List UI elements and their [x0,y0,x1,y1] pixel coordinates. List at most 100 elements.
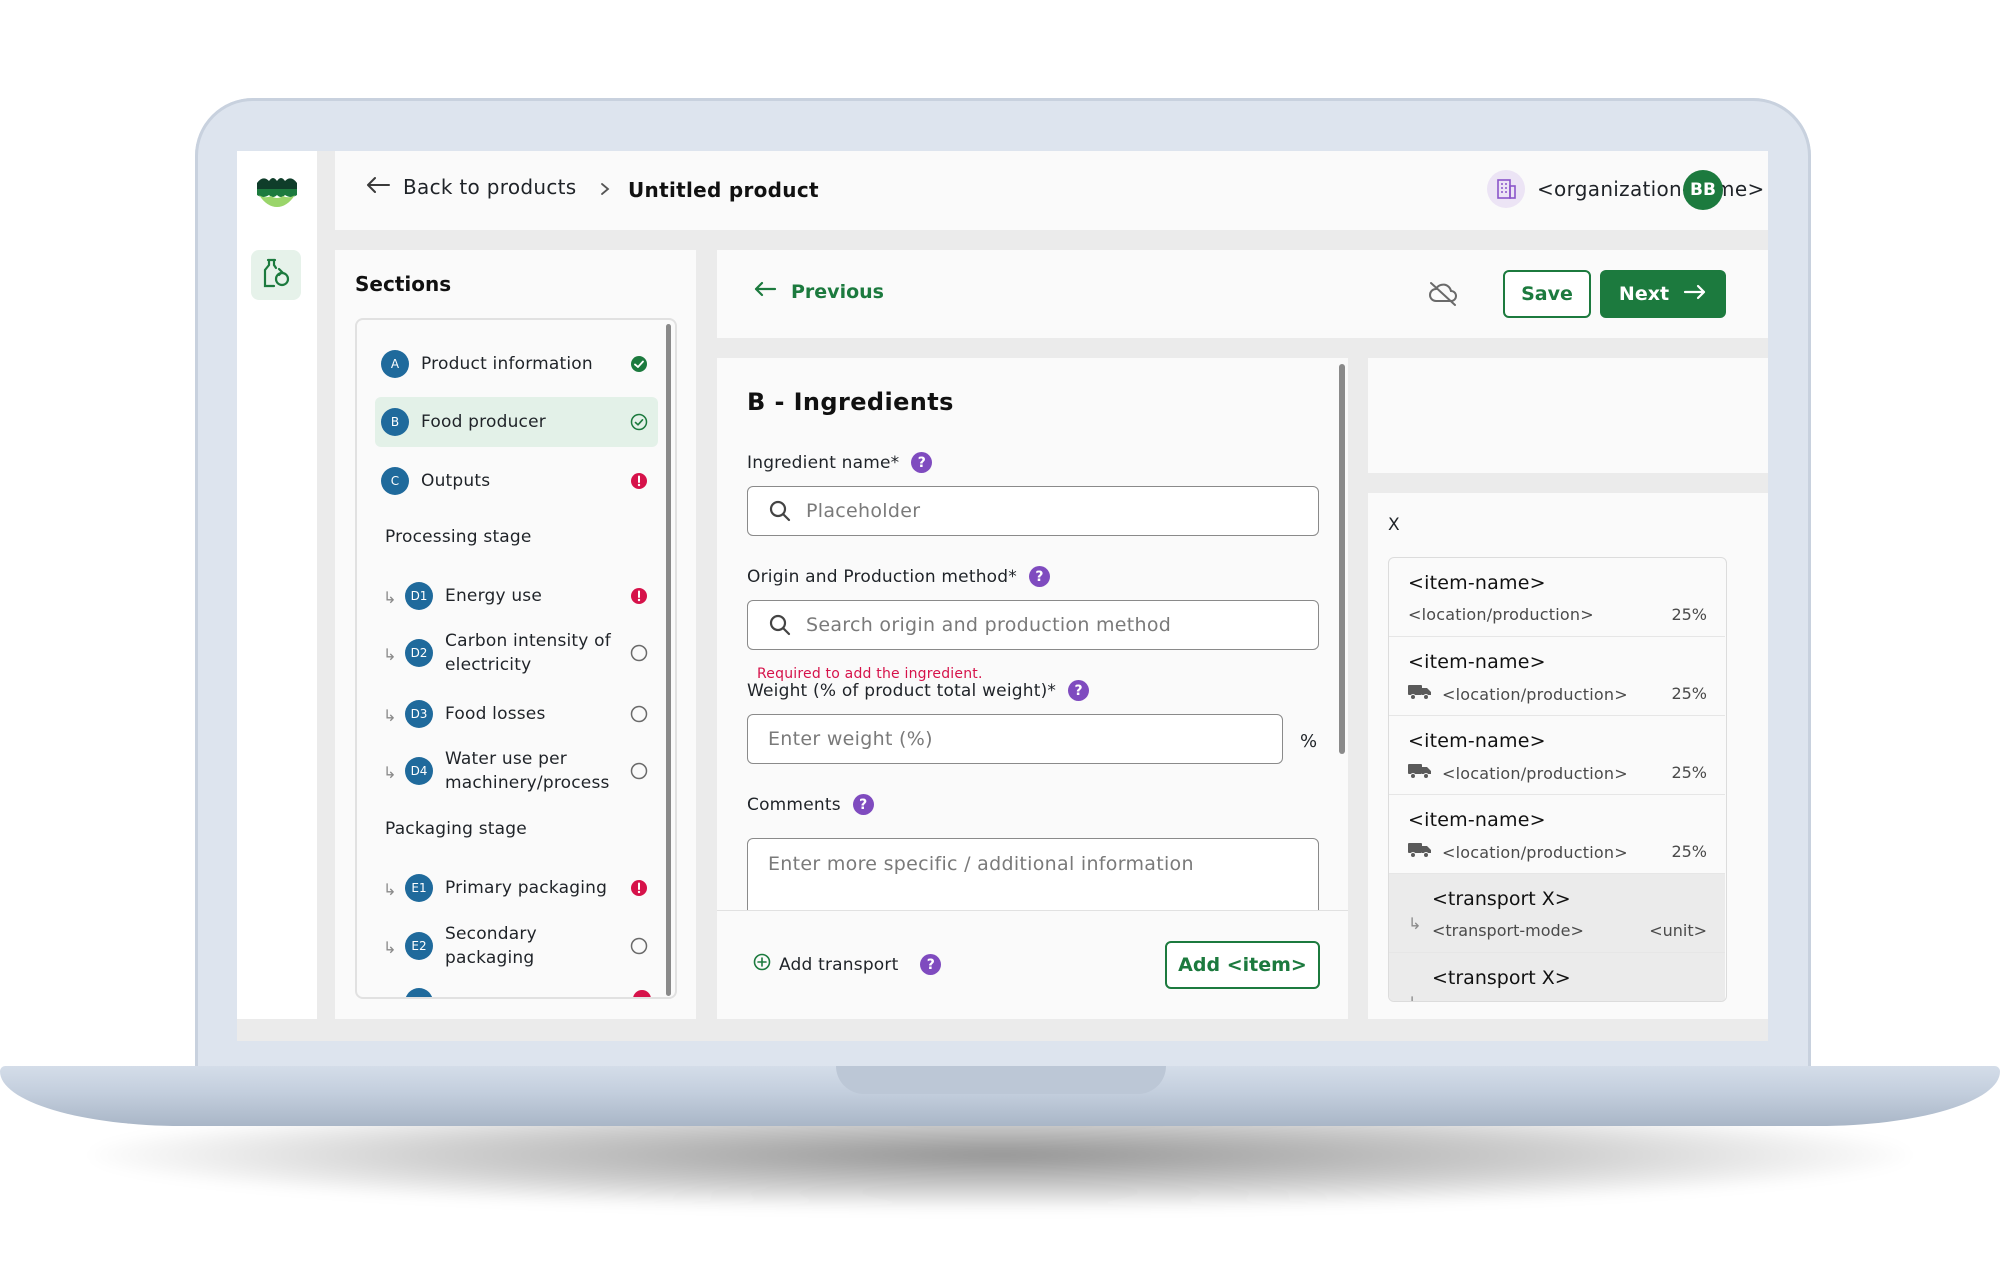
list-item[interactable]: <item-name> <location/production> 25% [1389,558,1725,637]
weight-label: Weight (% of product total weight)* ? [747,680,1090,701]
app-logo-icon[interactable] [255,173,299,213]
previous-button[interactable]: Previous [753,280,884,303]
section-badge: C [381,467,409,495]
item-name: <item-name> [1408,809,1546,831]
help-icon[interactable]: ? [1068,680,1090,701]
ingredient-name-label: Ingredient name* ? [747,452,933,473]
section-item-product-information[interactable]: A Product information [375,339,658,389]
section-label: Secondary packaging [445,922,537,970]
left-rail [237,151,317,1019]
section-label: Primary packaging [445,878,608,898]
arrow-right-icon [1683,283,1707,306]
list-item[interactable]: <item-name> <location/production> 25% [1389,716,1725,795]
section-label-line2: electricity [445,655,532,675]
app-screen: Back to products Untitled product <organ… [237,151,1768,1041]
building-icon [1487,170,1525,208]
truck-icon [1408,763,1432,783]
label-text: Ingredient name* [747,452,900,473]
section-item-carbon-intensity[interactable]: ↳ D2 Carbon intensity of electricity [375,623,658,683]
item-location: <location/production> [1408,684,1628,704]
weight-unit: % [1300,731,1318,752]
item-name: <item-name> [1408,730,1546,752]
item-name: <item-name> [1408,651,1546,673]
user-avatar[interactable]: BB [1683,170,1723,210]
form-title: B - Ingredients [747,388,954,416]
chevron-right-icon [598,177,612,205]
section-label-line1: Carbon intensity of [445,631,611,651]
top-bar: Back to products Untitled product <organ… [335,151,1768,230]
sections-panel: Sections A Product information B Food pr… [335,250,696,1019]
section-item-primary-packaging[interactable]: ↳ E1 Primary packaging [375,863,658,913]
subitem-arrow-icon: ↳ [383,880,397,899]
section-item-food-losses[interactable]: ↳ D3 Food losses [375,689,658,739]
packaging-stage-heading: Packaging stage [385,819,527,839]
help-icon[interactable]: ? [911,452,933,473]
error-alert-icon [633,990,651,997]
item-location-text: <location/production> [1442,763,1628,783]
section-item-secondary-packaging[interactable]: ↳ E2 Secondary packaging [375,916,658,976]
empty-circle-icon [630,762,648,780]
plus-circle-icon [753,953,771,976]
side-top-panel [1368,358,1768,473]
section-label-line1: Secondary [445,924,537,944]
section-label: Water use per machinery/process [445,747,610,795]
transport-item[interactable]: ↳ <transport X> [1389,953,1725,1001]
sections-title: Sections [355,272,452,296]
search-icon [768,613,792,637]
form-footer: Add transport ? Add <item> [717,910,1348,1019]
subitem-arrow-icon: ↳ [383,645,397,664]
bottle-cycle-icon [259,256,293,294]
section-badge-partial [405,988,433,997]
label-text: Origin and Production method* [747,566,1017,587]
section-badge: E1 [405,874,433,902]
form-scrollbar[interactable] [1339,364,1345,754]
transport-mode: <transport-mode> [1432,921,1584,940]
list-item[interactable]: <item-name> <location/production> 25% [1389,795,1725,874]
organization-name: <organization-name> [1537,177,1765,201]
subitem-arrow-icon: ↳ [383,938,397,957]
help-icon[interactable]: ? [920,954,942,975]
section-item-outputs[interactable]: C Outputs [375,456,658,506]
weight-input[interactable]: Enter weight (%) [747,714,1283,764]
section-item-energy-use[interactable]: ↳ D1 Energy use [375,571,658,621]
breadcrumb-current: Untitled product [628,178,819,202]
laptop-notch [836,1066,1166,1094]
back-to-products-link[interactable]: Back to products [365,175,577,199]
section-label: Food losses [445,704,546,724]
error-alert-icon [630,879,648,897]
side-items-panel: X <item-name> <location/production> 25% … [1368,493,1768,1019]
ingredient-name-input[interactable]: Placeholder [747,486,1319,536]
help-icon[interactable]: ? [1028,566,1050,587]
arrow-left-icon [753,280,777,303]
section-badge: B [381,408,409,436]
arrow-left-icon [365,175,391,199]
subitem-arrow-icon: ↳ [383,763,397,782]
transport-item[interactable]: ↳ <transport X> <transport-mode> <unit> [1389,874,1725,953]
subitem-arrow-icon: ↳ [383,588,397,607]
add-transport-button[interactable]: Add transport ? [753,953,942,976]
subitem-arrow-icon: ↳ [1408,914,1422,933]
section-item-food-producer[interactable]: B Food producer [375,397,658,447]
origin-production-input[interactable]: Search origin and production method [747,600,1319,650]
sections-scrollbar[interactable] [666,324,671,996]
subitem-arrow-icon: ↳ [1408,993,1421,1001]
section-item-water-use[interactable]: ↳ D4 Water use per machinery/process [375,741,658,801]
section-badge: D2 [405,639,433,667]
side-panel-header: X [1388,515,1400,535]
next-button[interactable]: Next [1600,270,1726,318]
check-circle-filled-icon [630,355,648,373]
ingredients-form: B - Ingredients Ingredient name* ? Place… [717,358,1348,1019]
add-item-button[interactable]: Add <item> [1165,941,1320,989]
help-icon[interactable]: ? [852,794,874,815]
save-button[interactable]: Save [1503,270,1591,318]
label-text: Weight (% of product total weight)* [747,680,1057,701]
item-percentage: 25% [1671,842,1707,861]
item-location: <location/production> [1408,842,1628,862]
item-location: <location/production> [1408,605,1594,624]
search-icon [768,499,792,523]
check-circle-outline-icon [630,413,648,431]
subitem-arrow-icon: ↳ [383,706,397,725]
products-nav-button[interactable] [251,250,301,300]
section-label-line2: packaging [445,948,535,968]
list-item[interactable]: <item-name> <location/production> 25% [1389,637,1725,716]
